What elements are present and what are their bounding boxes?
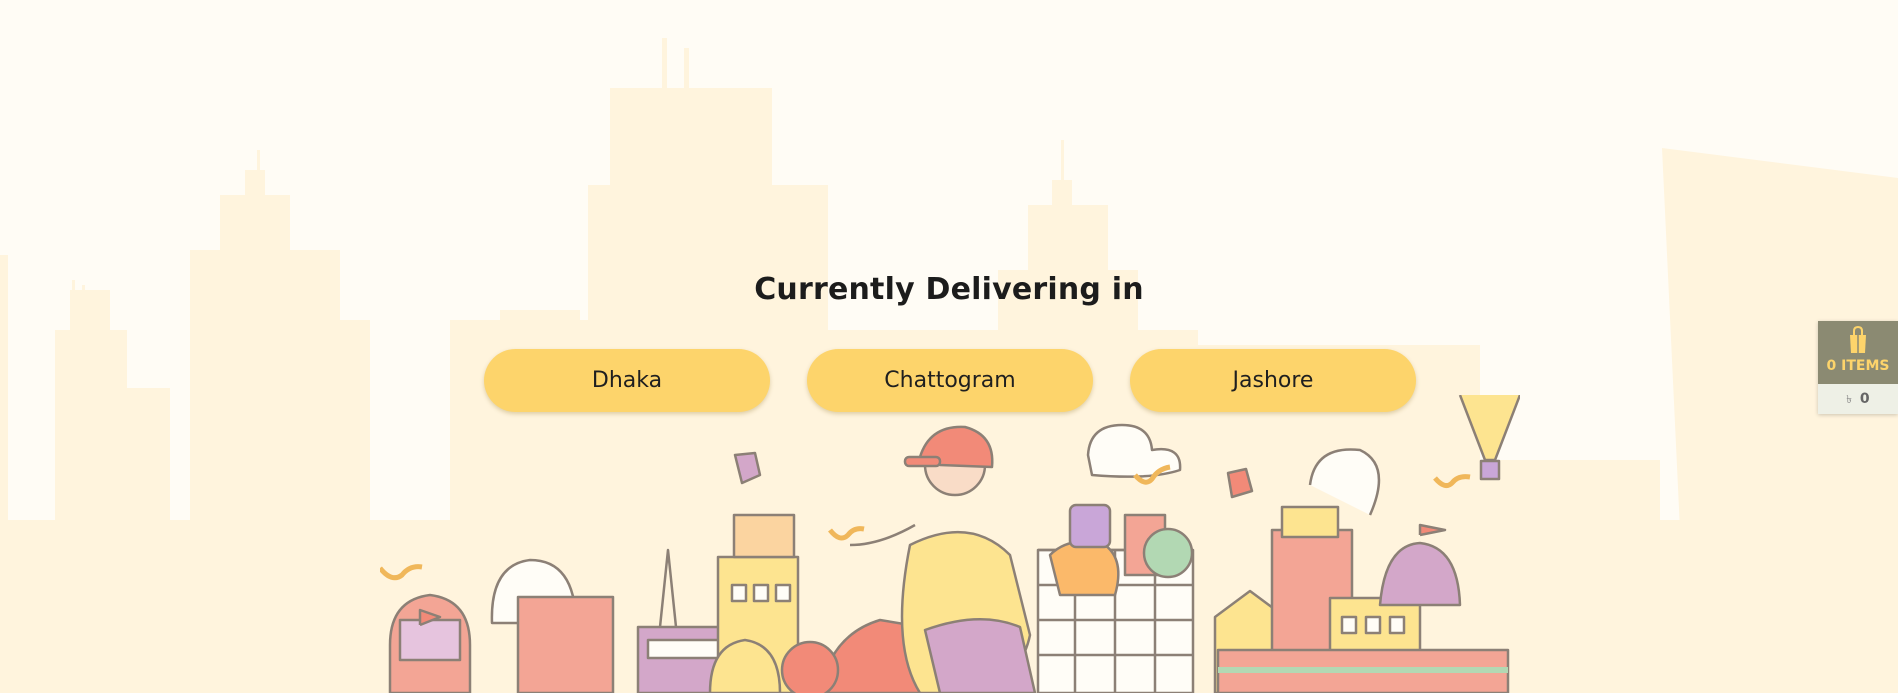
- delivery-rider-illustration: [380, 395, 1520, 693]
- shopping-bag-icon: [1818, 321, 1898, 356]
- cart-items-count: 0 ITEMS: [1826, 358, 1890, 374]
- page-title: Currently Delivering in: [754, 272, 1144, 307]
- floating-cart[interactable]: 0 ITEMS ৳ 0: [1818, 321, 1898, 414]
- currency-symbol: ৳: [1846, 393, 1852, 406]
- cart-items-panel[interactable]: 0 ITEMS: [1818, 321, 1898, 384]
- cart-amount: 0: [1859, 391, 1870, 407]
- cart-total[interactable]: ৳ 0: [1818, 384, 1898, 414]
